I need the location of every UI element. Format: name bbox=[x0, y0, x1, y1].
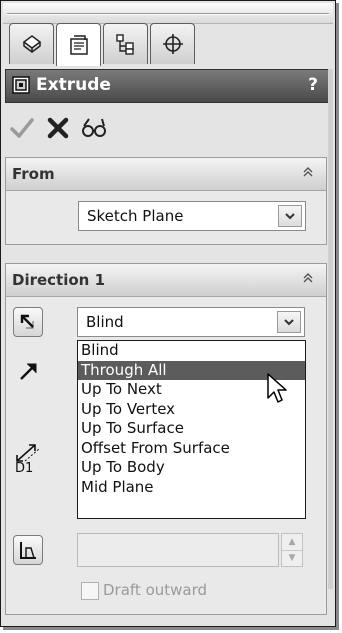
dimxpert-icon bbox=[162, 34, 183, 54]
detailed-preview-icon bbox=[82, 118, 106, 137]
reverse-direction-button[interactable] bbox=[13, 307, 43, 337]
direction1-group-title: Direction 1 bbox=[12, 271, 106, 289]
direction-vector-icon[interactable] bbox=[17, 359, 41, 383]
draft-angle-spinner[interactable]: ▲ ▼ bbox=[281, 533, 303, 567]
depth-icon-group: D1 bbox=[11, 441, 47, 481]
tab-feature-manager[interactable] bbox=[9, 23, 54, 64]
tab-dimxpert-manager[interactable] bbox=[150, 23, 195, 64]
panel-scrollbar[interactable] bbox=[328, 69, 333, 589]
draft-angle-icon bbox=[20, 542, 36, 559]
ok-checkmark-icon bbox=[10, 118, 34, 138]
draft-outward-checkbox[interactable] bbox=[81, 582, 99, 600]
end-condition-select[interactable]: Blind bbox=[77, 307, 305, 337]
depth-label: D1 bbox=[15, 461, 34, 476]
tab-configuration-manager[interactable] bbox=[103, 23, 148, 64]
chevron-down-icon[interactable] bbox=[277, 311, 301, 333]
detailed-preview-button[interactable] bbox=[79, 113, 109, 143]
spinner-up-icon[interactable]: ▲ bbox=[282, 534, 302, 551]
collapse-chevron-icon[interactable] bbox=[300, 164, 316, 180]
reverse-direction-icon bbox=[20, 314, 34, 329]
property-manager-panel: Extrude ? From Sketch Plane Direction 1 … bbox=[0, 0, 336, 627]
page-title: Extrude bbox=[36, 75, 111, 95]
panel-top-strip bbox=[3, 3, 333, 24]
property-manager-icon bbox=[69, 35, 88, 55]
from-group-title: From bbox=[12, 165, 55, 183]
cancel-x-icon bbox=[47, 117, 69, 139]
end-condition-dropdown-list: Blind Through All Up To Next Up To Verte… bbox=[77, 340, 306, 519]
collapse-chevron-icon[interactable] bbox=[300, 270, 316, 286]
action-buttons bbox=[7, 113, 115, 143]
dropdown-option-up-to-body[interactable]: Up To Body bbox=[78, 458, 305, 478]
direction1-group-header[interactable]: Direction 1 bbox=[6, 264, 326, 297]
dropdown-option-up-to-surface[interactable]: Up To Surface bbox=[78, 419, 305, 439]
mouse-pointer-icon bbox=[267, 373, 287, 403]
configuration-manager-icon bbox=[115, 34, 134, 55]
chevron-down-icon[interactable] bbox=[278, 205, 302, 227]
property-manager-title-bar: Extrude ? bbox=[5, 69, 329, 103]
end-condition-value: Blind bbox=[86, 313, 124, 331]
extrude-feature-icon bbox=[12, 76, 30, 94]
ok-button[interactable] bbox=[7, 113, 37, 143]
start-condition-select[interactable]: Sketch Plane bbox=[78, 201, 306, 231]
tab-property-manager[interactable] bbox=[56, 23, 101, 66]
feature-manager-icon bbox=[22, 35, 41, 53]
dropdown-option-mid-plane[interactable]: Mid Plane bbox=[78, 478, 305, 498]
start-condition-value: Sketch Plane bbox=[87, 207, 184, 225]
manager-tabs bbox=[9, 23, 197, 66]
spinner-down-icon[interactable]: ▼ bbox=[282, 550, 302, 566]
from-group-header[interactable]: From bbox=[6, 158, 326, 191]
dropdown-option-offset-from-surface[interactable]: Offset From Surface bbox=[78, 439, 305, 459]
dropdown-option-blind[interactable]: Blind bbox=[78, 341, 305, 361]
cancel-button[interactable] bbox=[43, 113, 73, 143]
splitter-grip bbox=[7, 13, 329, 15]
draft-outward-label: Draft outward bbox=[103, 581, 208, 599]
from-group: From Sketch Plane bbox=[5, 157, 327, 245]
help-button[interactable]: ? bbox=[308, 75, 318, 95]
draft-angle-input[interactable] bbox=[77, 533, 279, 567]
draft-on-off-button[interactable] bbox=[13, 535, 43, 565]
